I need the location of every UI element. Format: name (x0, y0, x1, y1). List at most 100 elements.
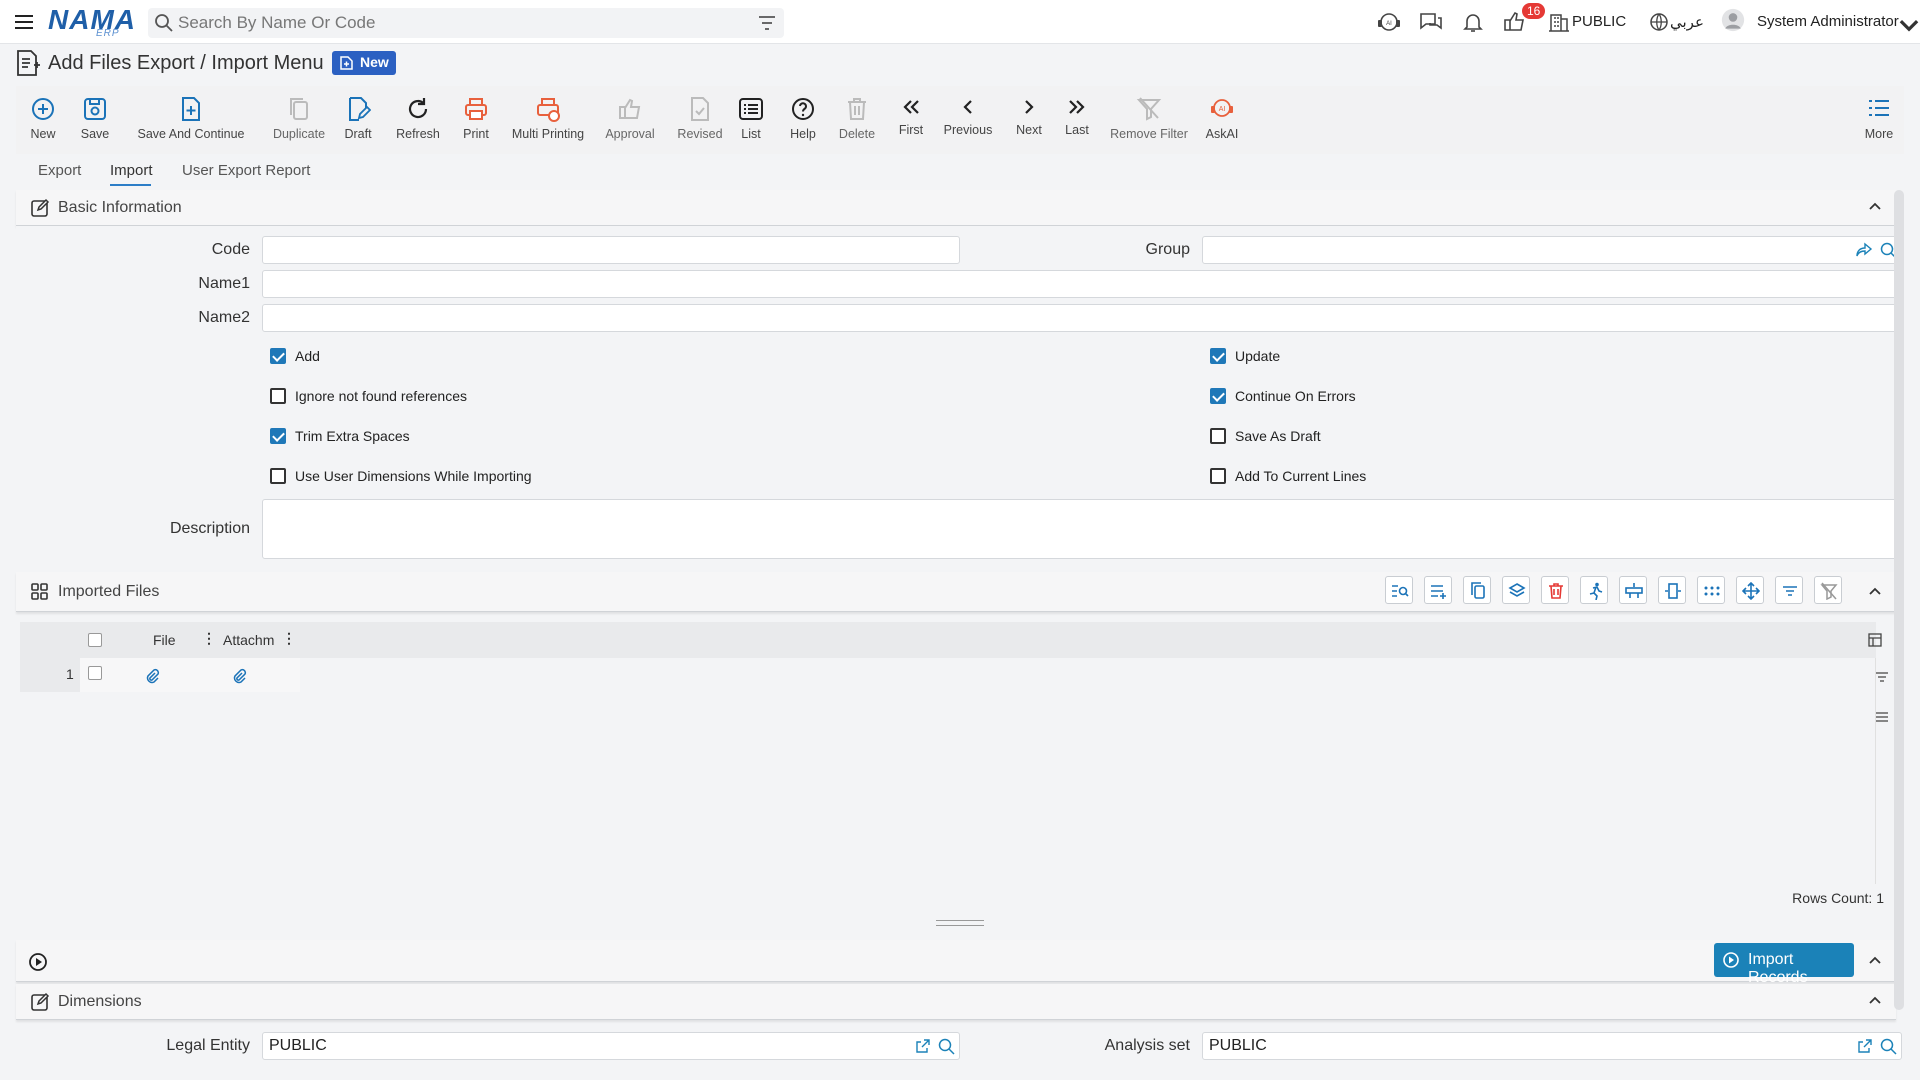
chevron-up-icon[interactable] (1868, 994, 1882, 1008)
save-and-continue-button[interactable]: Save And Continue (128, 86, 254, 154)
grid-delete-button[interactable] (1541, 576, 1569, 604)
description-field[interactable] (262, 499, 1898, 559)
external-link-icon[interactable] (1857, 1038, 1873, 1054)
grid-filter-side-icon[interactable] (1875, 670, 1889, 684)
chevron-down-icon[interactable] (1896, 14, 1920, 38)
search-input[interactable]: Search By Name Or Code (178, 13, 375, 33)
tab-export[interactable]: Export (38, 162, 81, 179)
previous-button[interactable]: Previous (936, 86, 1000, 154)
next-button[interactable]: Next (1004, 86, 1054, 154)
table-row[interactable]: 1 (20, 658, 300, 692)
save-as-draft-checkbox[interactable] (1210, 428, 1226, 444)
list-button[interactable]: List (726, 86, 776, 154)
chat-icon[interactable] (1418, 10, 1444, 34)
grid-search-button[interactable] (1385, 576, 1413, 604)
remove-filter-button[interactable]: Remove Filter (1104, 86, 1194, 154)
external-link-icon[interactable] (915, 1038, 931, 1054)
approval-button[interactable]: Approval (592, 86, 668, 154)
resize-handle[interactable] (936, 920, 984, 926)
grid-filter-button[interactable] (1775, 576, 1803, 604)
grid-move-button[interactable] (1736, 576, 1764, 604)
use-user-dimensions-checkbox[interactable] (270, 468, 286, 484)
analysis-set-field[interactable]: PUBLIC (1202, 1032, 1902, 1060)
globe-icon[interactable] (1646, 10, 1672, 34)
add-checkbox[interactable] (270, 348, 286, 364)
share-icon[interactable] (1855, 242, 1873, 258)
column-header-file[interactable]: File (153, 632, 176, 648)
ai-headset-icon[interactable]: AI (1376, 10, 1402, 34)
continue-on-errors-checkbox[interactable] (1210, 388, 1226, 404)
grid-menu-side-icon[interactable] (1875, 710, 1889, 724)
status-badge: New (332, 51, 396, 75)
add-to-current-lines-checkbox[interactable] (1210, 468, 1226, 484)
avatar[interactable] (1720, 8, 1746, 32)
trim-extra-spaces-checkbox[interactable] (270, 428, 286, 444)
columns-panel-icon[interactable] (1868, 633, 1882, 647)
legal-entity-switch[interactable]: PUBLIC (1572, 13, 1626, 30)
chevron-up-icon[interactable] (1868, 200, 1882, 214)
import-records-button[interactable]: Import Records (1714, 943, 1854, 986)
new-doc-icon (340, 56, 353, 70)
tab-user-export-report[interactable]: User Export Report (182, 162, 310, 179)
status-badge-label: New (360, 54, 389, 70)
menu-icon[interactable] (12, 10, 36, 34)
tab-import[interactable]: Import (110, 162, 153, 179)
grid-fit-columns-button[interactable] (1658, 576, 1686, 604)
group-field[interactable] (1202, 236, 1902, 264)
lookup-search-icon[interactable] (937, 1037, 955, 1055)
new-button[interactable]: New (16, 86, 70, 154)
grid-copy-button[interactable] (1463, 576, 1491, 604)
imported-files-header[interactable]: Imported Files (16, 572, 1896, 612)
save-button[interactable]: Save (70, 86, 120, 154)
column-menu-icon[interactable]: ⋮ (282, 630, 296, 647)
chevron-up-icon[interactable] (1868, 585, 1882, 599)
language-switch[interactable]: عربي (1670, 13, 1704, 31)
dimensions-header[interactable]: Dimensions (16, 984, 1896, 1020)
basic-information-header[interactable]: Basic Information (16, 190, 1896, 226)
code-field[interactable] (262, 236, 960, 264)
legal-entity-field[interactable]: PUBLIC (262, 1032, 960, 1060)
nama-logo[interactable]: NAMA ERP (48, 4, 136, 40)
user-name[interactable]: System Administrator (1757, 13, 1899, 30)
ignore-not-found-checkbox[interactable] (270, 388, 286, 404)
first-button[interactable]: First (886, 86, 936, 154)
grid-run-button[interactable] (1580, 576, 1608, 604)
play-circle-icon (1723, 952, 1739, 968)
grid-dots-button[interactable] (1697, 576, 1725, 604)
search-list-icon (1392, 585, 1409, 597)
askai-button[interactable]: AI AskAI (1192, 86, 1252, 154)
select-all-checkbox[interactable] (88, 633, 102, 647)
chevron-up-icon[interactable] (1868, 954, 1882, 968)
update-checkbox[interactable] (1210, 348, 1226, 364)
print-button[interactable]: Print (450, 86, 502, 154)
name2-field[interactable] (262, 304, 1898, 332)
paperclip-icon[interactable] (231, 668, 247, 684)
paperclip-icon[interactable] (144, 668, 160, 684)
refresh-button[interactable]: Refresh (388, 86, 448, 154)
column-menu-icon[interactable]: ⋮ (202, 630, 216, 647)
multi-printing-button[interactable]: Multi Printing (498, 86, 598, 154)
name1-field[interactable] (262, 270, 1898, 298)
lookup-search-icon[interactable] (1879, 1037, 1897, 1055)
draft-button[interactable]: Draft (328, 86, 388, 154)
grid-insert-row-button[interactable] (1619, 576, 1647, 604)
row-select-checkbox[interactable] (88, 666, 102, 680)
grid-remove-filter-button[interactable] (1814, 576, 1842, 604)
bell-icon[interactable] (1460, 10, 1486, 34)
delete-button[interactable]: Delete (828, 86, 886, 154)
ignore-not-found-label: Ignore not found references (295, 388, 468, 404)
approval-label: Approval (605, 127, 655, 141)
last-button[interactable]: Last (1052, 86, 1102, 154)
group-label: Group (1145, 241, 1190, 258)
filter-icon[interactable] (758, 15, 776, 31)
grid-add-row-button[interactable] (1424, 576, 1452, 604)
top-bar: NAMA ERP Search By Name Or Code AI 16 PUB… (0, 0, 1920, 44)
more-button[interactable]: More (1856, 86, 1902, 154)
page-scrollbar[interactable] (1894, 190, 1904, 1010)
help-button[interactable]: Help (778, 86, 828, 154)
search-bar[interactable]: Search By Name Or Code (148, 8, 784, 38)
play-circle-icon[interactable] (28, 952, 48, 972)
grid-layers-button[interactable] (1502, 576, 1530, 604)
column-header-attachment[interactable]: Attachm (223, 632, 274, 648)
building-icon[interactable] (1546, 10, 1572, 34)
